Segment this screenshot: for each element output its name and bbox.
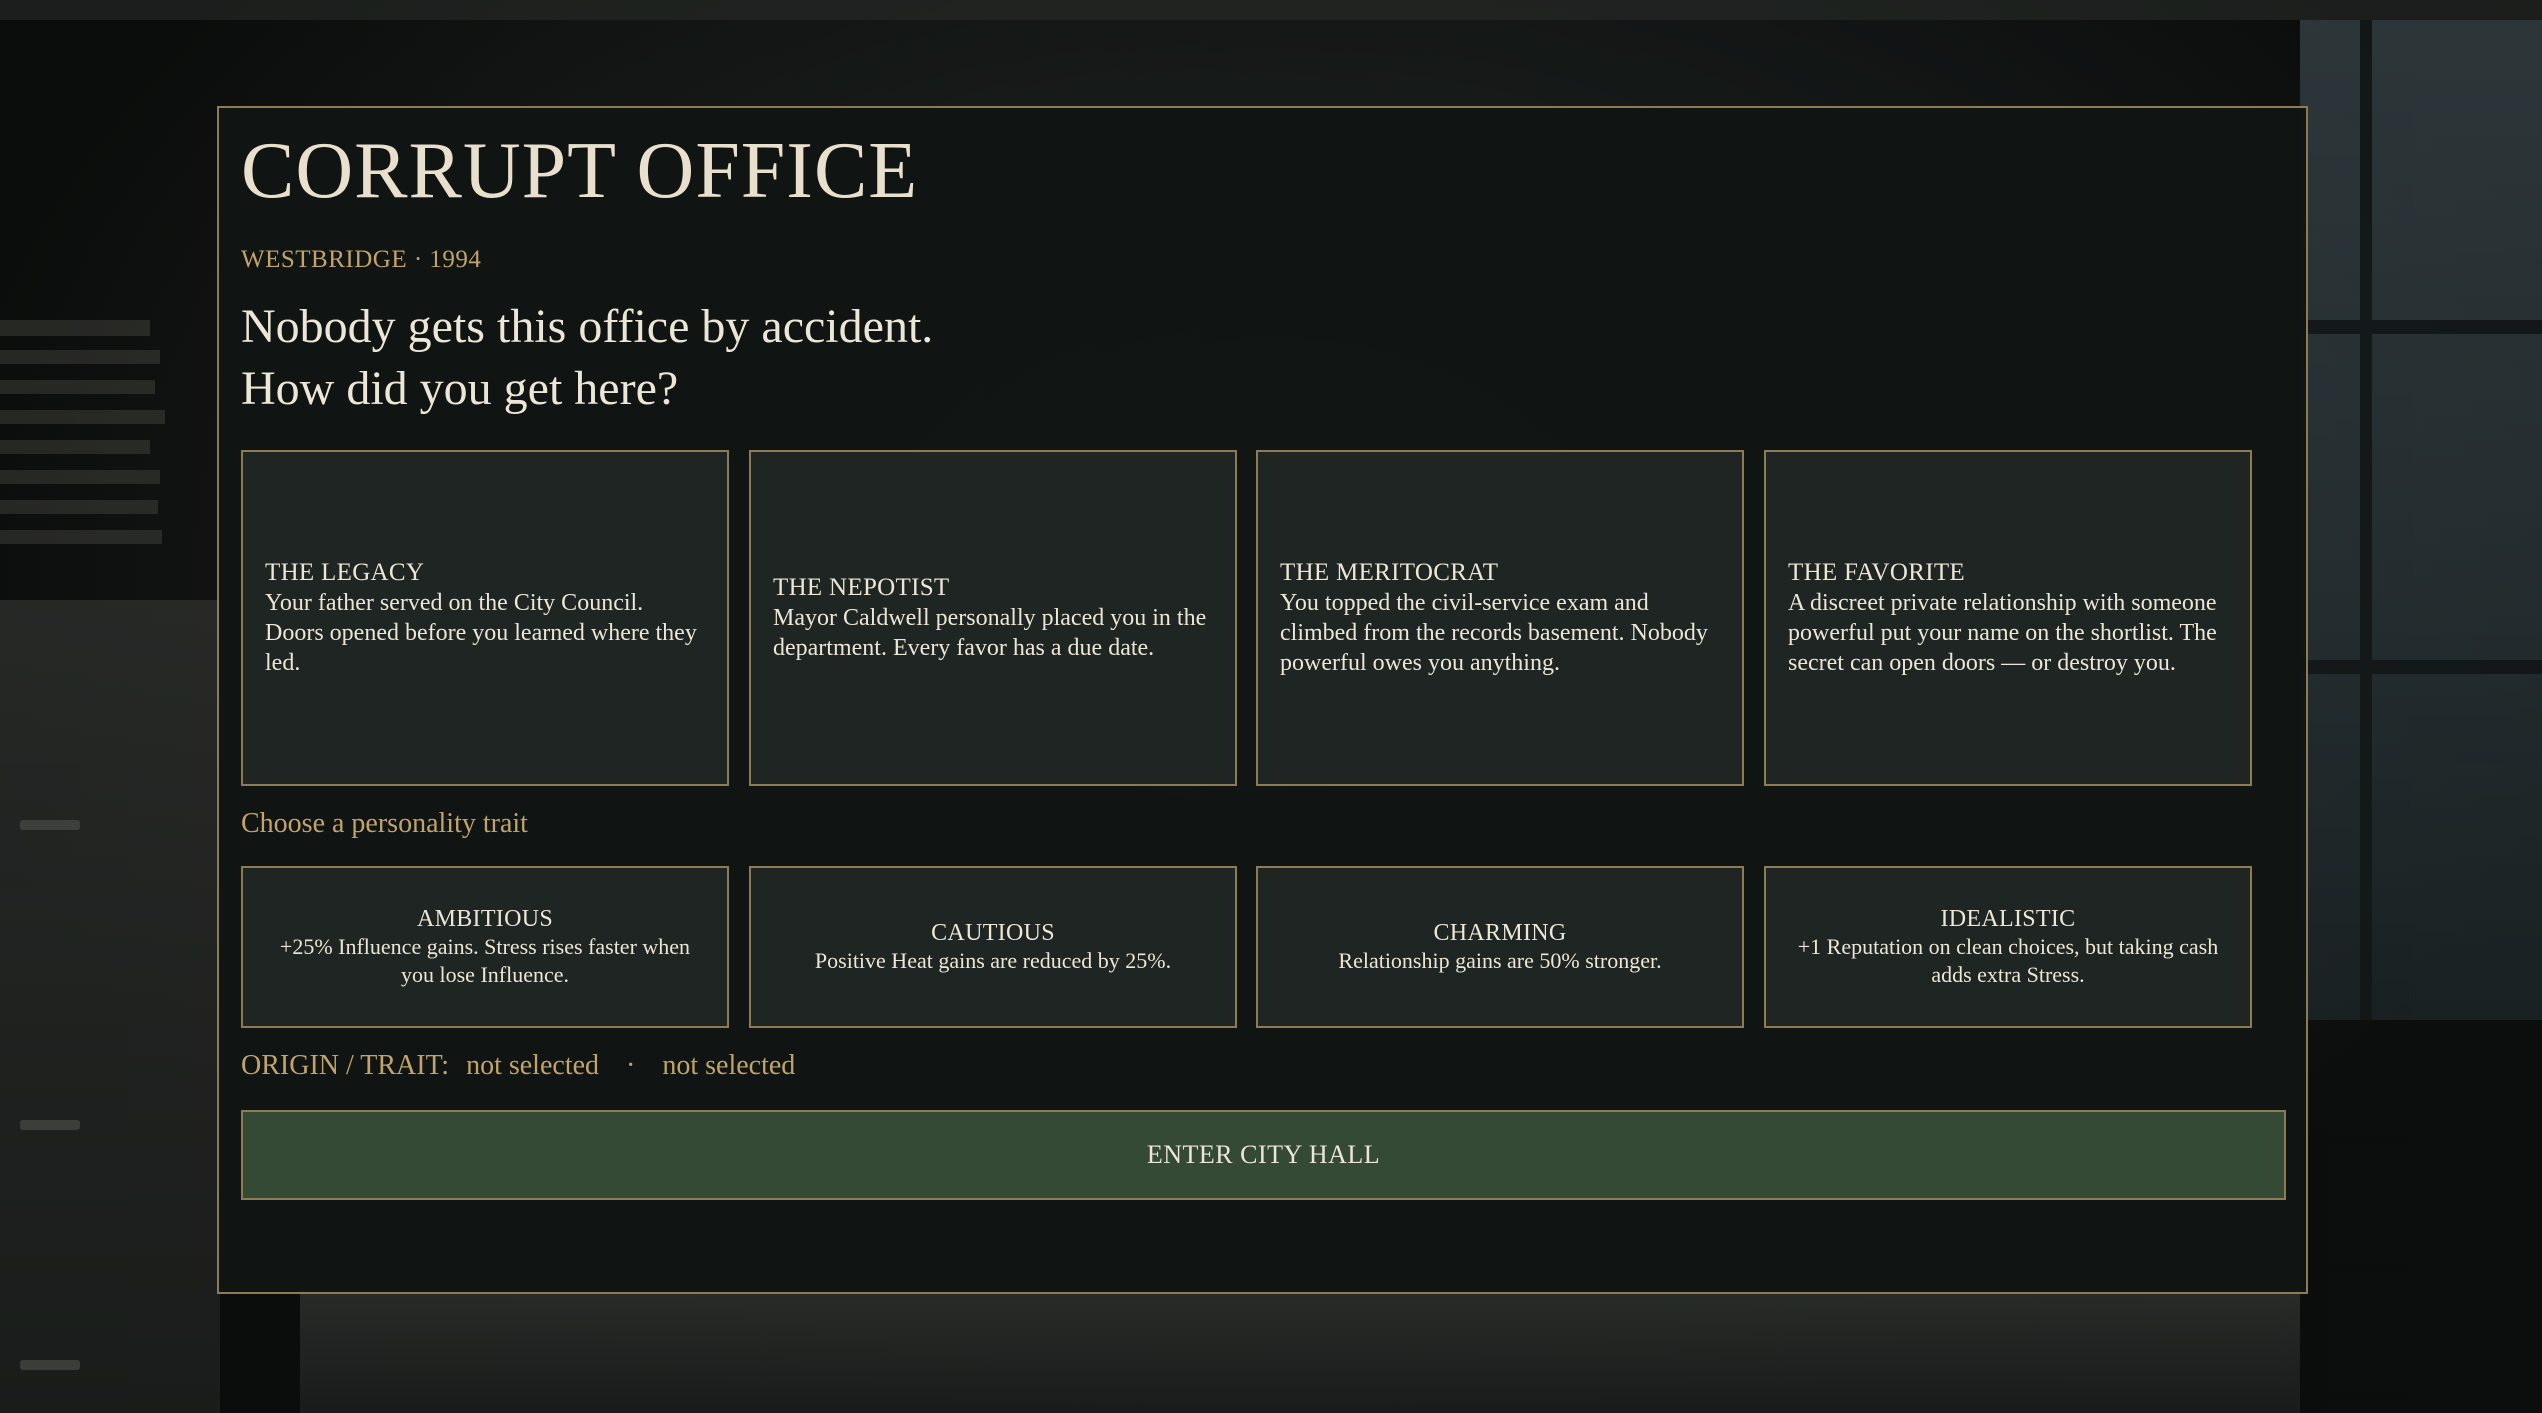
origin-selection-value: not selected: [466, 1050, 600, 1081]
origin-description: Mayor Caldwell personally placed you in …: [773, 605, 1207, 661]
origin-description: You topped the civil-service exam and cl…: [1280, 590, 1708, 676]
desk: [300, 1290, 2300, 1413]
trait-title: CHARMING: [1433, 920, 1567, 946]
origin-title: THE LEGACY: [265, 559, 425, 586]
character-creation-panel: CORRUPT OFFICE WESTBRIDGE · 1994 Nobody …: [217, 106, 2308, 1294]
filing-cabinet: [0, 600, 220, 1413]
origin-description: A discreet private relationship with som…: [1788, 590, 2217, 676]
question-line-2: How did you get here?: [241, 362, 679, 415]
trait-description: +1 Reputation on clean choices, but taki…: [1797, 934, 2219, 987]
origin-card-legacy[interactable]: THE LEGACY Your father served on the Cit…: [241, 450, 729, 786]
origin-card-nepotist[interactable]: THE NEPOTIST Mayor Caldwell personally p…: [749, 450, 1237, 786]
origin-description: Your father served on the City Council. …: [265, 590, 697, 676]
trait-card-idealistic[interactable]: IDEALISTIC +1 Reputation on clean choice…: [1764, 866, 2252, 1028]
selection-status: ORIGIN / TRAIT: not selected · not selec…: [241, 1050, 795, 1082]
trait-description: +25% Influence gains. Stress rises faste…: [279, 934, 691, 987]
origin-card-favorite[interactable]: THE FAVORITE A discreet private relation…: [1764, 450, 2252, 786]
trait-description: Positive Heat gains are reduced by 25%.: [814, 948, 1172, 973]
status-separator: ·: [626, 1050, 636, 1081]
origin-title: THE MERITOCRAT: [1280, 559, 1499, 586]
trait-section-label: Choose a personality trait: [241, 808, 528, 839]
trait-title: CAUTIOUS: [931, 920, 1055, 946]
trait-card-ambitious[interactable]: AMBITIOUS +25% Influence gains. Stress r…: [241, 866, 729, 1028]
question-line-1: Nobody gets this office by accident.: [241, 300, 934, 353]
trait-title: IDEALISTIC: [1940, 906, 2076, 932]
location-date: WESTBRIDGE · 1994: [241, 246, 482, 273]
origin-title: THE NEPOTIST: [773, 574, 950, 601]
origin-title: THE FAVORITE: [1788, 559, 1965, 586]
trait-card-cautious[interactable]: CAUTIOUS Positive Heat gains are reduced…: [749, 866, 1237, 1028]
trait-selection-value: not selected: [662, 1050, 796, 1081]
enter-city-hall-button[interactable]: ENTER CITY HALL: [241, 1110, 2286, 1200]
trait-description: Relationship gains are 50% stronger.: [1338, 948, 1662, 973]
trait-card-charming[interactable]: CHARMING Relationship gains are 50% stro…: [1256, 866, 1744, 1028]
trait-title: AMBITIOUS: [416, 906, 554, 932]
origin-question: Nobody gets this office by accident. How…: [241, 296, 933, 420]
game-title: CORRUPT OFFICE: [241, 127, 919, 215]
origin-card-meritocrat[interactable]: THE MERITOCRAT You topped the civil-serv…: [1256, 450, 1744, 786]
office-window: [2300, 20, 2542, 1020]
status-label: ORIGIN / TRAIT:: [241, 1050, 450, 1081]
